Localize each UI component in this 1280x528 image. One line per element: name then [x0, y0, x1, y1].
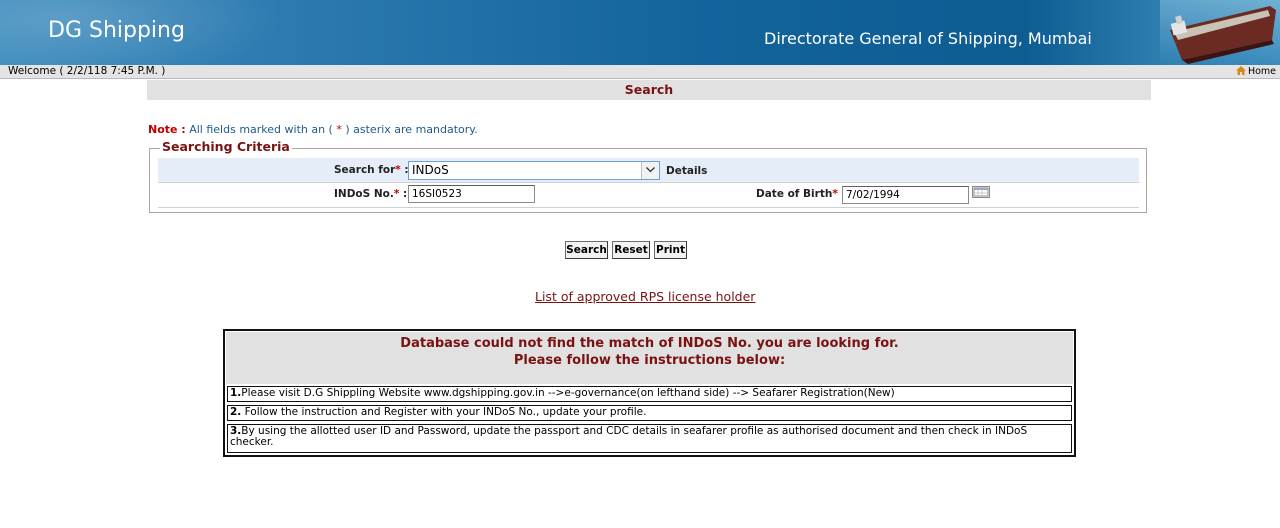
note-text-2: ) asterix are mandatory.	[345, 123, 478, 136]
indos-label-text: INDoS No.	[334, 188, 394, 200]
dob-label-text: Date of Birth	[756, 188, 833, 200]
mandatory-note: Note : All fields marked with an ( * ) a…	[148, 123, 478, 136]
calendar-button[interactable]	[972, 186, 990, 198]
ship-image	[1160, 0, 1280, 65]
chevron-down-icon	[646, 167, 655, 173]
step-text: Please visit D.G Shippling Website www.d…	[241, 387, 895, 399]
step-text: Follow the instruction and Register with…	[241, 406, 647, 418]
reset-button[interactable]: Reset	[612, 241, 650, 259]
site-title: DG Shipping	[48, 18, 185, 43]
welcome-bar: Welcome ( 2/2/118 7:45 P.M. ) Home	[0, 65, 1280, 79]
org-name: Directorate General of Shipping, Mumbai	[764, 29, 1092, 48]
rps-license-holder-link[interactable]: List of approved RPS license holder	[535, 289, 755, 304]
search-for-value: INDoS	[412, 163, 449, 177]
dob-input[interactable]: 7/02/1994	[842, 186, 969, 204]
dob-label: Date of Birth* :	[756, 188, 846, 200]
calendar-icon	[973, 187, 989, 197]
search-for-select[interactable]: INDoS	[408, 161, 660, 180]
search-for-label-text: Search for	[334, 164, 396, 176]
label-colon: :	[403, 188, 408, 200]
message-line-2: Please follow the instructions below:	[513, 353, 786, 368]
required-asterisk: *	[393, 188, 400, 200]
search-button[interactable]: Search	[565, 241, 608, 259]
note-asterisk: *	[336, 123, 342, 136]
indos-label: INDoS No.* :	[334, 188, 407, 200]
header-banner: DG Shipping Directorate General of Shipp…	[0, 0, 1280, 65]
home-label: Home	[1247, 66, 1276, 77]
print-button[interactable]: Print	[654, 241, 687, 259]
details-label: Details	[666, 165, 708, 177]
step-text: By using the allotted user ID and Passwo…	[230, 425, 1028, 448]
indos-input[interactable]: 16SI0523	[408, 185, 535, 203]
criteria-row-indos	[158, 183, 1139, 208]
home-link[interactable]: Home	[1235, 65, 1276, 78]
step-number: 1.	[230, 387, 242, 399]
page-title: Search	[147, 80, 1151, 100]
home-icon	[1235, 66, 1246, 75]
required-asterisk: *	[832, 188, 838, 200]
welcome-text: Welcome ( 2/2/118 7:45 P.M. )	[8, 65, 166, 77]
message-heading: Database could not find the match of IND…	[226, 332, 1073, 384]
instruction-row: 2. Follow the instruction and Register w…	[227, 405, 1072, 421]
message-line-1: Database could not find the match of IND…	[400, 336, 899, 351]
step-number: 2.	[230, 406, 242, 418]
note-label: Note :	[148, 123, 186, 136]
instruction-row: 1.Please visit D.G Shippling Website www…	[227, 386, 1072, 402]
required-asterisk: *	[395, 164, 401, 176]
searching-criteria-legend: Searching Criteria	[160, 139, 292, 154]
select-arrow[interactable]	[641, 162, 659, 179]
note-text-1: All fields marked with an (	[189, 123, 333, 136]
instruction-row: 3.By using the allotted user ID and Pass…	[227, 424, 1072, 453]
search-for-label: Search for* :	[334, 164, 409, 176]
